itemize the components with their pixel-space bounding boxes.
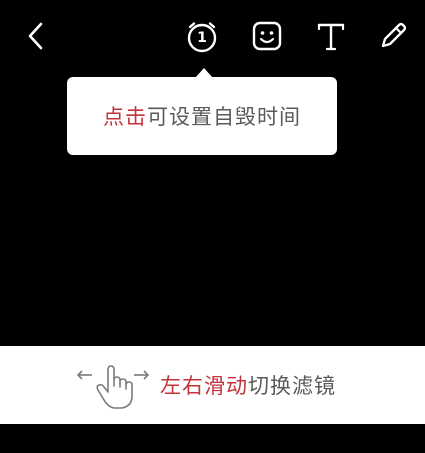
tooltip-text: 点击 可设置自毁时间 — [67, 77, 337, 155]
hint-message: 切换滤镜 — [248, 374, 336, 398]
back-button[interactable] — [18, 18, 54, 54]
tooltip-message: 可设置自毁时间 — [147, 105, 301, 129]
self-destruct-tooltip: 点击 可设置自毁时间 — [67, 68, 337, 155]
text-button[interactable] — [313, 18, 349, 54]
filter-swipe-hint: 左右滑动 切换滤镜 — [0, 346, 425, 424]
chevron-left-icon — [24, 20, 48, 52]
smiley-sticker-icon — [251, 20, 283, 52]
draw-button[interactable] — [375, 18, 411, 54]
timer-value: 1 — [197, 29, 207, 46]
text-icon — [316, 20, 346, 52]
pencil-icon — [377, 20, 409, 52]
self-destruct-timer-button[interactable]: 1 — [184, 18, 220, 54]
hint-highlight: 左右滑动 — [160, 374, 248, 398]
camera-preview[interactable]: 1 点击 可设置自毁时间 左右滑动 切换滤镜 — [0, 0, 425, 453]
swipe-hand-icon — [74, 358, 154, 414]
tooltip-highlight: 点击 — [103, 105, 147, 129]
sticker-button[interactable] — [249, 18, 285, 54]
hint-text: 左右滑动 切换滤镜 — [160, 346, 336, 424]
top-toolbar: 1 — [0, 0, 425, 70]
